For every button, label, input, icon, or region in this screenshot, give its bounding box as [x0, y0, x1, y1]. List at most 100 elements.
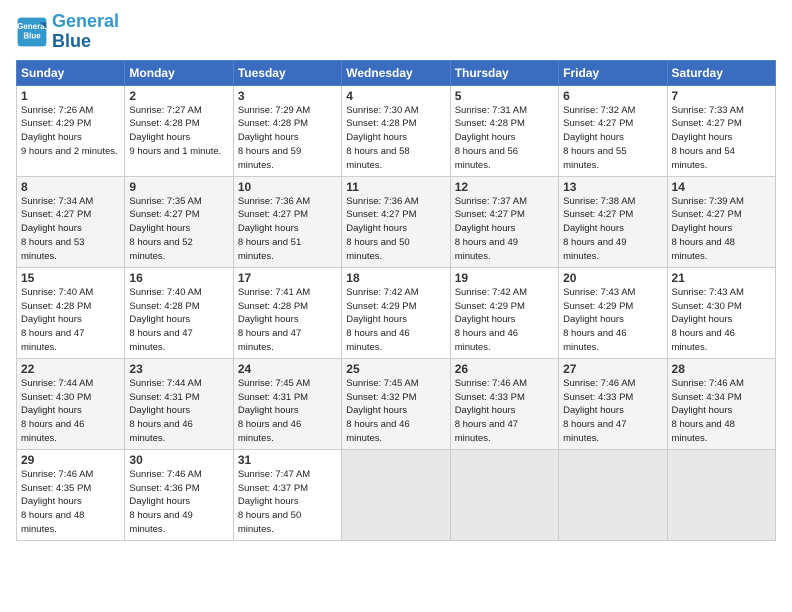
day-number: 14: [672, 180, 771, 194]
day-cell: 11 Sunrise: 7:36 AMSunset: 4:27 PMDayligh…: [342, 176, 450, 267]
day-number: 3: [238, 89, 337, 103]
day-number: 17: [238, 271, 337, 285]
day-info: Sunrise: 7:46 AMSunset: 4:34 PMDaylight …: [672, 378, 744, 444]
day-info: Sunrise: 7:46 AMSunset: 4:33 PMDaylight …: [563, 378, 635, 444]
day-cell: 15Sunrise: 7:40 AMSunset: 4:28 PMDayligh…: [17, 267, 125, 358]
calendar-page: General Blue GeneralBlue SundayMondayTue…: [0, 0, 792, 612]
day-cell: 6 Sunrise: 7:32 AMSunset: 4:27 PMDaylight…: [559, 85, 667, 176]
day-cell: 21 Sunrise: 7:43 AMSunset: 4:30 PMDayligh…: [667, 267, 775, 358]
day-cell: [342, 449, 450, 540]
day-info: Sunrise: 7:36 AMSunset: 4:27 PMDaylight …: [238, 196, 310, 262]
day-number: 8: [21, 180, 120, 194]
day-info: Sunrise: 7:34 AMSunset: 4:27 PMDaylight …: [21, 196, 93, 262]
calendar-body: 1Sunrise: 7:26 AMSunset: 4:29 PMDaylight…: [17, 85, 776, 540]
day-number: 18: [346, 271, 445, 285]
day-info: Sunrise: 7:45 AMSunset: 4:31 PMDaylight …: [238, 378, 310, 444]
day-cell: 24 Sunrise: 7:45 AMSunset: 4:31 PMDayligh…: [233, 358, 341, 449]
day-cell: 16Sunrise: 7:40 AMSunset: 4:28 PMDayligh…: [125, 267, 233, 358]
day-cell: 28 Sunrise: 7:46 AMSunset: 4:34 PMDayligh…: [667, 358, 775, 449]
day-number: 10: [238, 180, 337, 194]
day-cell: 31Sunrise: 7:47 AMSunset: 4:37 PMDayligh…: [233, 449, 341, 540]
day-info: Sunrise: 7:42 AMSunset: 4:29 PMDaylight …: [455, 287, 527, 353]
day-number: 30: [129, 453, 228, 467]
week-row-3: 15Sunrise: 7:40 AMSunset: 4:28 PMDayligh…: [17, 267, 776, 358]
day-number: 2: [129, 89, 228, 103]
day-cell: 3 Sunrise: 7:29 AMSunset: 4:28 PMDaylight…: [233, 85, 341, 176]
day-number: 15: [21, 271, 120, 285]
day-info: Sunrise: 7:29 AMSunset: 4:28 PMDaylight …: [238, 105, 310, 171]
week-row-1: 1Sunrise: 7:26 AMSunset: 4:29 PMDaylight…: [17, 85, 776, 176]
day-info: Sunrise: 7:46 AMSunset: 4:33 PMDaylight …: [455, 378, 527, 444]
day-number: 16: [129, 271, 228, 285]
day-number: 12: [455, 180, 554, 194]
week-row-2: 8 Sunrise: 7:34 AMSunset: 4:27 PMDaylight…: [17, 176, 776, 267]
logo-icon: General Blue: [16, 16, 48, 48]
day-number: 20: [563, 271, 662, 285]
day-info: Sunrise: 7:43 AMSunset: 4:29 PMDaylight …: [563, 287, 635, 353]
day-cell: 27 Sunrise: 7:46 AMSunset: 4:33 PMDayligh…: [559, 358, 667, 449]
day-number: 22: [21, 362, 120, 376]
day-number: 31: [238, 453, 337, 467]
logo: General Blue GeneralBlue: [16, 12, 119, 52]
day-cell: 22 Sunrise: 7:44 AMSunset: 4:30 PMDayligh…: [17, 358, 125, 449]
day-info: Sunrise: 7:32 AMSunset: 4:27 PMDaylight …: [563, 105, 635, 171]
day-info: Sunrise: 7:43 AMSunset: 4:30 PMDaylight …: [672, 287, 744, 353]
header: General Blue GeneralBlue: [16, 12, 776, 52]
day-info: Sunrise: 7:33 AMSunset: 4:27 PMDaylight …: [672, 105, 744, 171]
day-number: 21: [672, 271, 771, 285]
header-cell-friday: Friday: [559, 60, 667, 85]
week-row-5: 29Sunrise: 7:46 AMSunset: 4:35 PMDayligh…: [17, 449, 776, 540]
day-number: 23: [129, 362, 228, 376]
day-number: 11: [346, 180, 445, 194]
day-number: 6: [563, 89, 662, 103]
day-info: Sunrise: 7:42 AMSunset: 4:29 PMDaylight …: [346, 287, 418, 353]
day-info: Sunrise: 7:41 AMSunset: 4:28 PMDaylight …: [238, 287, 310, 353]
day-cell: 30 Sunrise: 7:46 AMSunset: 4:36 PMDayligh…: [125, 449, 233, 540]
day-cell: 14 Sunrise: 7:39 AMSunset: 4:27 PMDayligh…: [667, 176, 775, 267]
day-number: 27: [563, 362, 662, 376]
week-row-4: 22 Sunrise: 7:44 AMSunset: 4:30 PMDayligh…: [17, 358, 776, 449]
day-cell: 1Sunrise: 7:26 AMSunset: 4:29 PMDaylight…: [17, 85, 125, 176]
day-info: Sunrise: 7:46 AMSunset: 4:35 PMDaylight …: [21, 469, 93, 535]
day-cell: 12Sunrise: 7:37 AMSunset: 4:27 PMDayligh…: [450, 176, 558, 267]
day-info: Sunrise: 7:44 AMSunset: 4:31 PMDaylight …: [129, 378, 201, 444]
day-number: 26: [455, 362, 554, 376]
day-info: Sunrise: 7:31 AMSunset: 4:28 PMDaylight …: [455, 105, 527, 171]
day-cell: 4Sunrise: 7:30 AMSunset: 4:28 PMDaylight…: [342, 85, 450, 176]
header-cell-thursday: Thursday: [450, 60, 558, 85]
day-cell: [667, 449, 775, 540]
day-number: 28: [672, 362, 771, 376]
day-cell: 9 Sunrise: 7:35 AMSunset: 4:27 PMDaylight…: [125, 176, 233, 267]
day-cell: 25 Sunrise: 7:45 AMSunset: 4:32 PMDayligh…: [342, 358, 450, 449]
day-number: 24: [238, 362, 337, 376]
day-info: Sunrise: 7:44 AMSunset: 4:30 PMDaylight …: [21, 378, 93, 444]
day-info: Sunrise: 7:36 AMSunset: 4:27 PMDaylight …: [346, 196, 418, 262]
day-info: Sunrise: 7:30 AMSunset: 4:28 PMDaylight …: [346, 105, 418, 171]
day-cell: 26 Sunrise: 7:46 AMSunset: 4:33 PMDayligh…: [450, 358, 558, 449]
day-info: Sunrise: 7:45 AMSunset: 4:32 PMDaylight …: [346, 378, 418, 444]
day-cell: 7 Sunrise: 7:33 AMSunset: 4:27 PMDaylight…: [667, 85, 775, 176]
day-cell: [559, 449, 667, 540]
day-cell: 17 Sunrise: 7:41 AMSunset: 4:28 PMDayligh…: [233, 267, 341, 358]
day-info: Sunrise: 7:35 AMSunset: 4:27 PMDaylight …: [129, 196, 201, 262]
day-cell: [450, 449, 558, 540]
day-cell: 2 Sunrise: 7:27 AMSunset: 4:28 PMDaylight…: [125, 85, 233, 176]
day-number: 25: [346, 362, 445, 376]
day-cell: 8 Sunrise: 7:34 AMSunset: 4:27 PMDaylight…: [17, 176, 125, 267]
day-number: 19: [455, 271, 554, 285]
day-number: 1: [21, 89, 120, 103]
day-cell: 10 Sunrise: 7:36 AMSunset: 4:27 PMDayligh…: [233, 176, 341, 267]
day-cell: 20 Sunrise: 7:43 AMSunset: 4:29 PMDayligh…: [559, 267, 667, 358]
day-cell: 5 Sunrise: 7:31 AMSunset: 4:28 PMDaylight…: [450, 85, 558, 176]
day-info: Sunrise: 7:27 AMSunset: 4:28 PMDaylight …: [129, 105, 221, 157]
header-cell-wednesday: Wednesday: [342, 60, 450, 85]
day-number: 5: [455, 89, 554, 103]
header-cell-saturday: Saturday: [667, 60, 775, 85]
day-number: 7: [672, 89, 771, 103]
day-number: 9: [129, 180, 228, 194]
day-cell: 23 Sunrise: 7:44 AMSunset: 4:31 PMDayligh…: [125, 358, 233, 449]
day-info: Sunrise: 7:46 AMSunset: 4:36 PMDaylight …: [129, 469, 201, 535]
day-cell: 19 Sunrise: 7:42 AMSunset: 4:29 PMDayligh…: [450, 267, 558, 358]
day-info: Sunrise: 7:39 AMSunset: 4:27 PMDaylight …: [672, 196, 744, 262]
day-info: Sunrise: 7:38 AMSunset: 4:27 PMDaylight …: [563, 196, 635, 262]
